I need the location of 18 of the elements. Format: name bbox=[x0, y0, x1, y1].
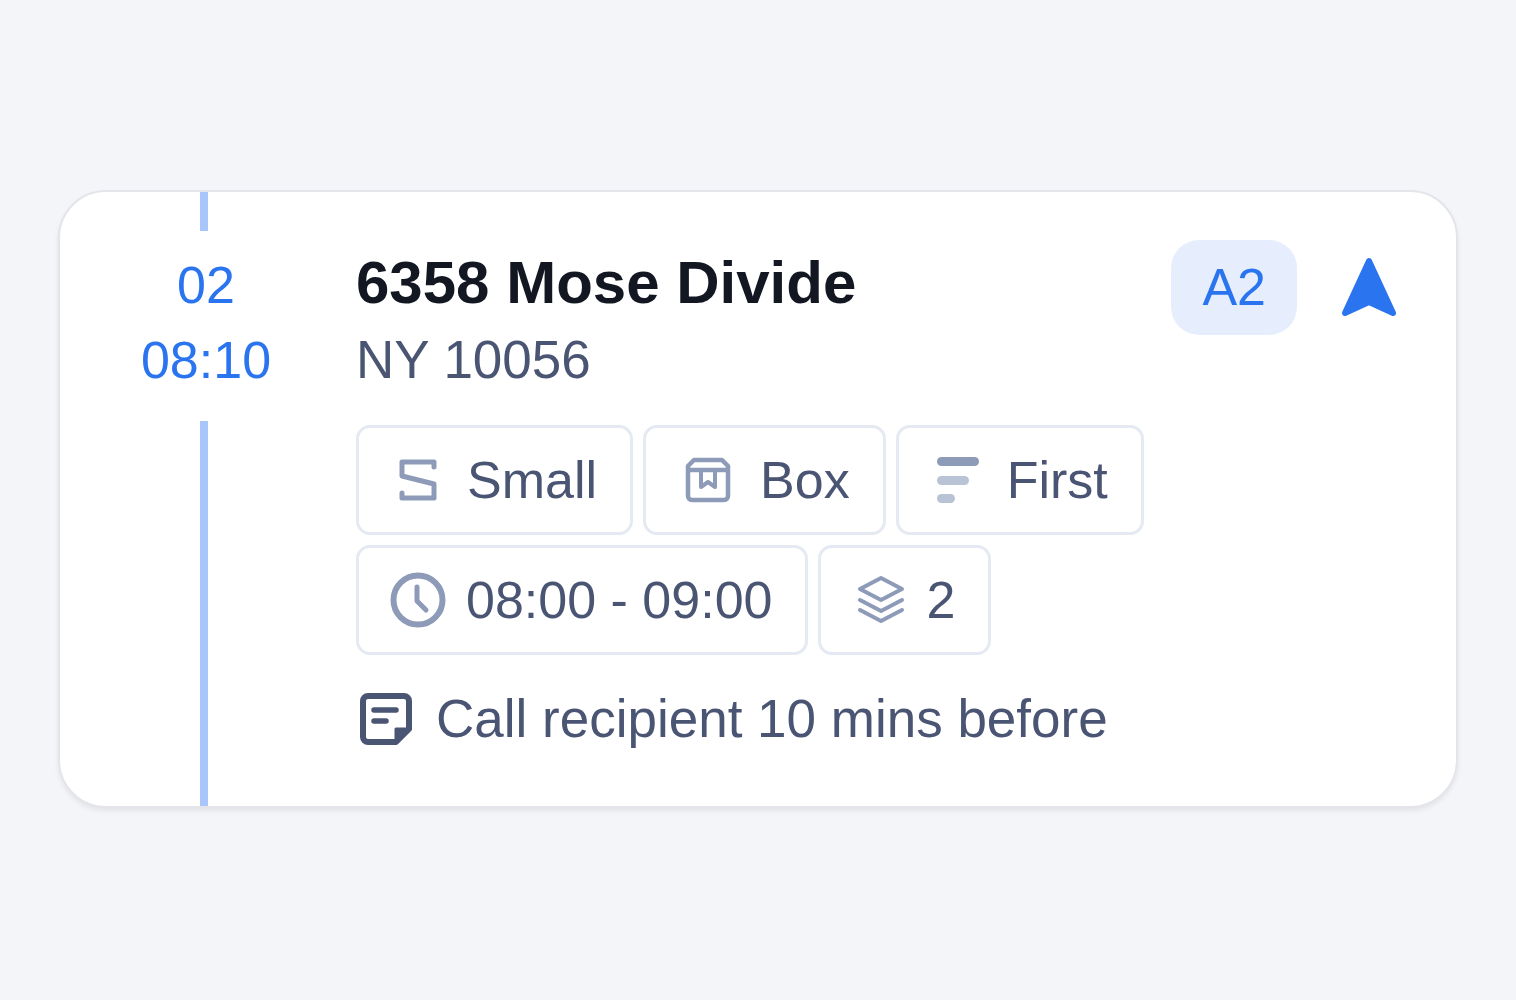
tag-label: 08:00 - 09:00 bbox=[466, 570, 773, 630]
package-icon bbox=[684, 456, 733, 504]
layers-icon bbox=[856, 575, 907, 625]
tag-label: First bbox=[1006, 450, 1108, 510]
tag-label: 2 bbox=[926, 570, 956, 630]
arrival-time: 08:10 bbox=[140, 330, 272, 390]
s-shape-icon bbox=[397, 457, 439, 503]
priority-bars-icon bbox=[936, 457, 979, 503]
navigation-arrow-icon[interactable] bbox=[1341, 257, 1397, 319]
tag-label: Box bbox=[760, 450, 850, 510]
note-text: Call recipient 10 mins before bbox=[436, 689, 1108, 749]
note-icon bbox=[360, 693, 412, 745]
address-title: 6358 Mose Divide bbox=[356, 248, 858, 318]
clock-icon bbox=[390, 572, 446, 628]
tag-label: Small bbox=[467, 450, 598, 510]
zone-badge: A2 bbox=[1171, 240, 1297, 335]
address-region: NY 10056 bbox=[356, 329, 592, 391]
stop-number: 02 bbox=[177, 255, 235, 315]
